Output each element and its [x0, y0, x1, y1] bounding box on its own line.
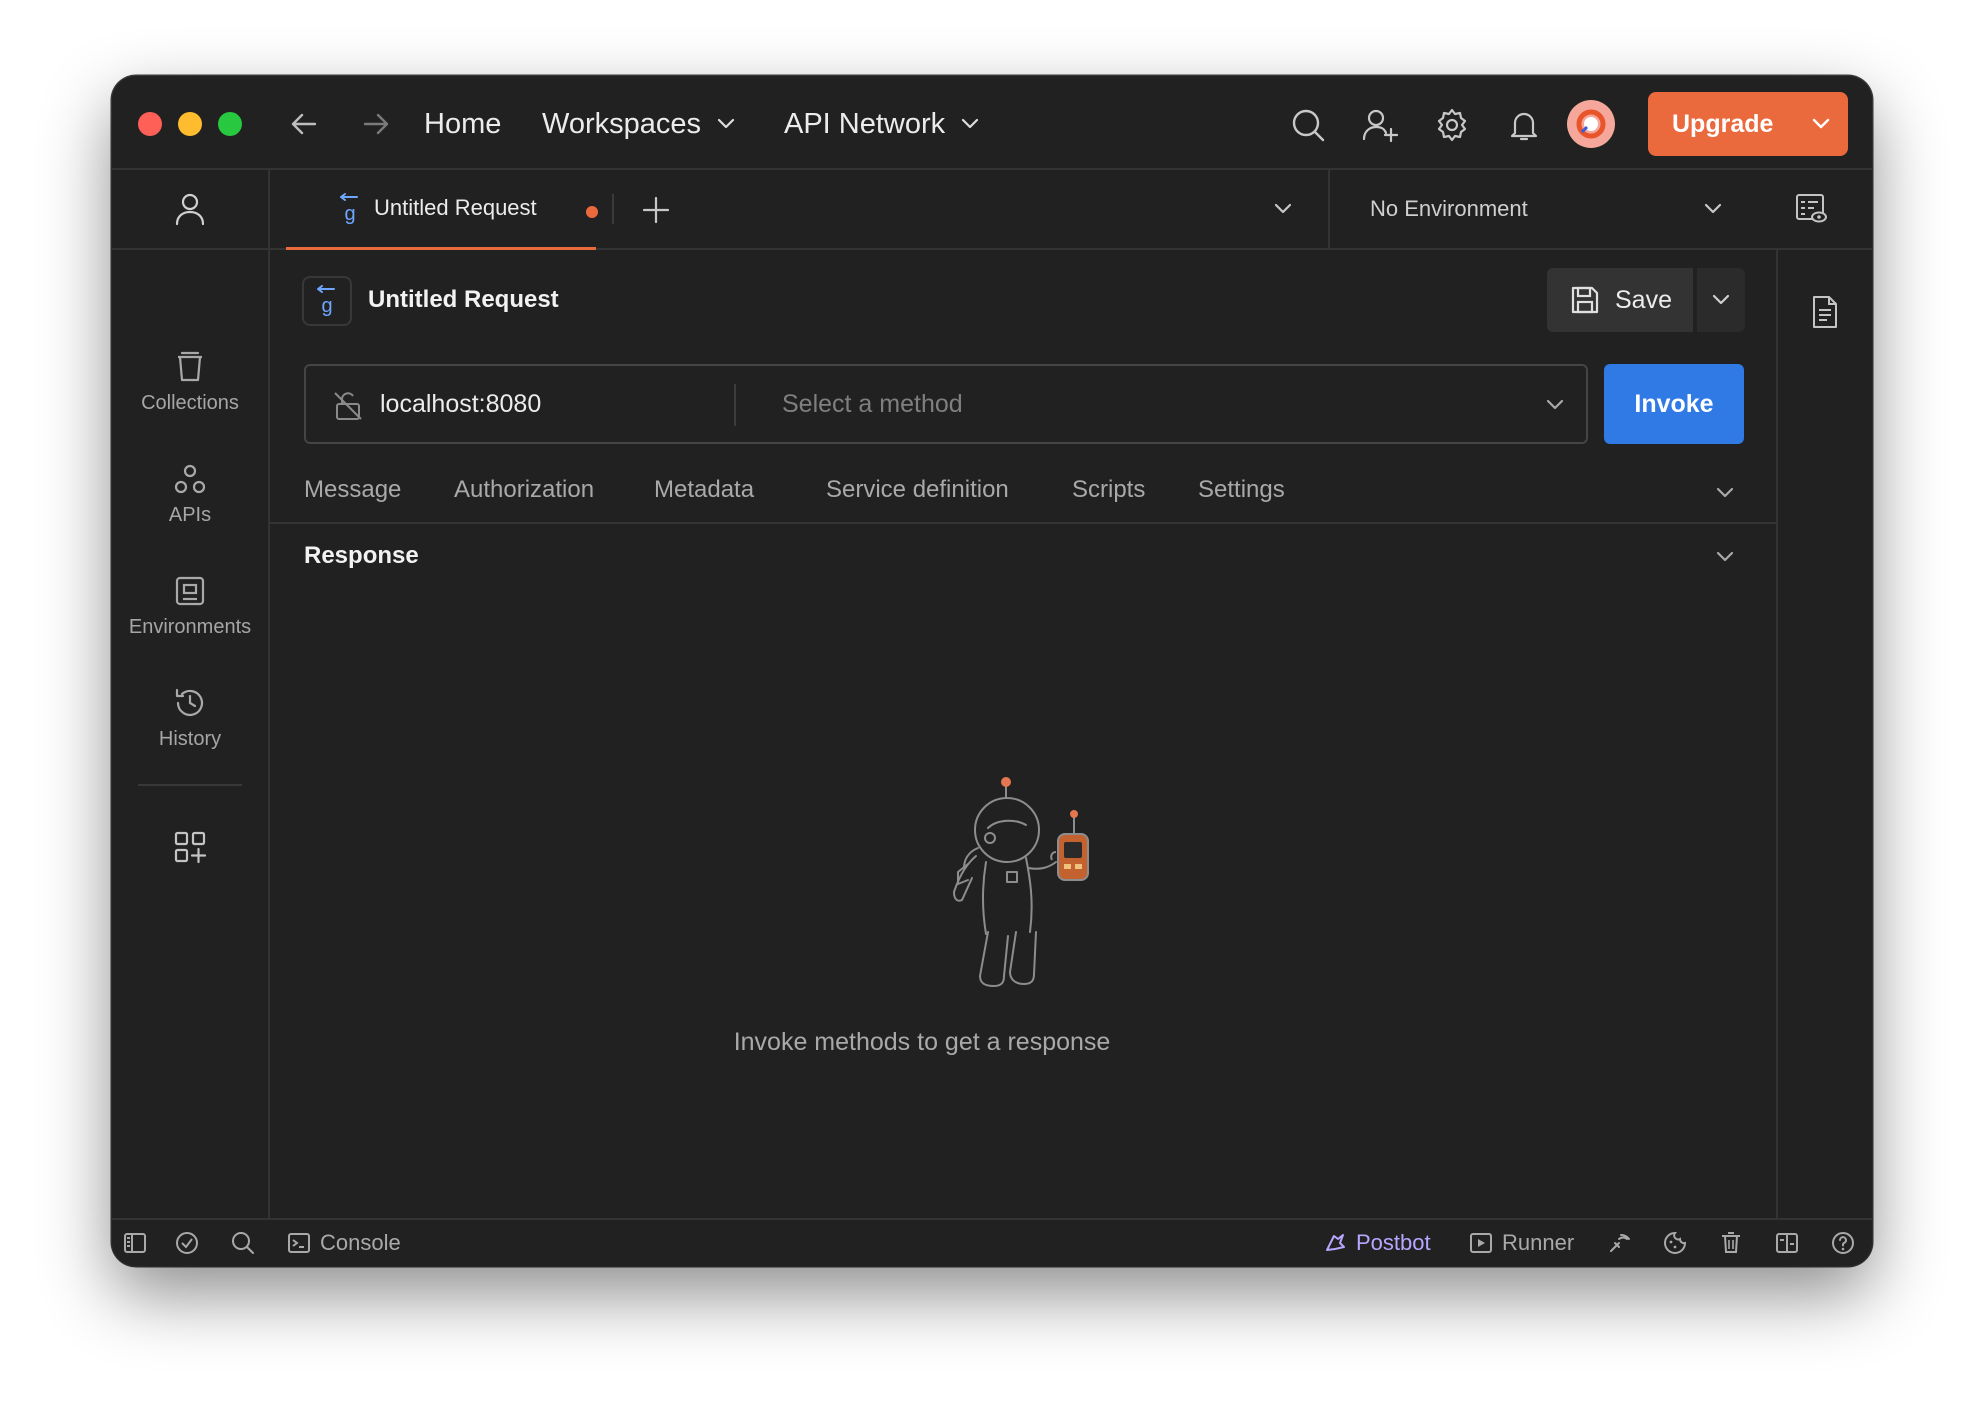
home-link[interactable]: Home: [424, 102, 501, 146]
api-network-menu[interactable]: API Network: [784, 102, 983, 146]
minimize-window-button[interactable]: [178, 112, 202, 136]
sidebar-item-environments[interactable]: Environments: [112, 574, 268, 639]
settings-gear-icon[interactable]: [1429, 102, 1475, 148]
empty-response-text: Invoke methods to get a response: [733, 1028, 1111, 1056]
request-response-divider: [270, 522, 1776, 524]
runner-play-icon: [1470, 1233, 1492, 1253]
upgrade-button[interactable]: Upgrade: [1648, 92, 1848, 156]
tab-authorization[interactable]: Authorization: [454, 476, 594, 504]
capture-requests-icon[interactable]: [1606, 1230, 1632, 1256]
empty-response-message: Invoke methods to get a response: [112, 1028, 1872, 1057]
sidebar-item-apis[interactable]: APIs: [112, 462, 268, 527]
online-status-check-icon[interactable]: [174, 1230, 200, 1256]
grpc-icon: g: [340, 193, 358, 225]
url-method-divider: [734, 384, 736, 426]
cookies-icon[interactable]: [1662, 1230, 1688, 1256]
save-button[interactable]: Save: [1547, 268, 1693, 332]
left-sidebar: Collections APIs Environments History: [112, 170, 270, 1218]
forward-arrow-icon[interactable]: [356, 104, 396, 144]
console-button[interactable]: Console: [320, 1230, 401, 1256]
chevron-down-icon: [717, 118, 735, 129]
tab-service-definition[interactable]: Service definition: [826, 476, 1009, 504]
app-window: Home Workspaces API Network Upgrade Coll…: [112, 76, 1872, 1266]
tab-scripts[interactable]: Scripts: [1072, 476, 1145, 504]
method-select[interactable]: Select a method: [782, 390, 963, 419]
documentation-icon[interactable]: [1810, 294, 1840, 330]
environments-icon: [173, 574, 207, 608]
title-bar: Home Workspaces API Network Upgrade: [112, 76, 1872, 170]
tabs-overflow-chevron-icon[interactable]: [1270, 196, 1296, 222]
tab-separator: [612, 194, 614, 224]
astronaut-illustration: [928, 764, 1108, 994]
tab-untitled-request[interactable]: g Untitled Request: [286, 170, 598, 250]
svg-text:g: g: [344, 203, 355, 225]
runner-button[interactable]: Runner: [1502, 1230, 1574, 1256]
grpc-icon: g: [317, 285, 335, 317]
back-arrow-icon[interactable]: [284, 104, 324, 144]
request-tab-bar: g Untitled Request No Environment: [270, 170, 1872, 250]
sidebar-item-label: Environments: [128, 616, 252, 638]
console-icon[interactable]: [286, 1230, 312, 1256]
collapse-request-chevron-icon[interactable]: [1712, 480, 1738, 506]
tab-message[interactable]: Message: [304, 476, 401, 504]
chevron-down-icon[interactable]: [1808, 111, 1834, 137]
environment-selector[interactable]: No Environment: [1328, 170, 1872, 250]
trash-icon[interactable]: [1718, 1230, 1744, 1256]
apis-icon: [173, 462, 207, 496]
help-icon[interactable]: [1830, 1230, 1856, 1256]
unlocked-tls-icon[interactable]: [332, 390, 364, 422]
workspaces-menu[interactable]: Workspaces: [542, 102, 739, 146]
trash-can-icon: [173, 350, 207, 384]
invoke-button[interactable]: Invoke: [1604, 364, 1744, 444]
user-avatar[interactable]: [1567, 100, 1615, 148]
status-bar: Console Postbot Runner: [112, 1218, 1872, 1266]
workspaces-label: Workspaces: [542, 107, 702, 140]
sidebar-item-label: History: [158, 728, 222, 750]
maximize-window-button[interactable]: [218, 112, 242, 136]
sidebar-divider: [138, 784, 242, 786]
history-icon: [173, 686, 207, 720]
sidebar-item-history[interactable]: History: [112, 686, 268, 751]
save-floppy-icon: [1571, 286, 1599, 314]
upgrade-label: Upgrade: [1672, 109, 1774, 138]
postbot-button[interactable]: Postbot: [1356, 1230, 1431, 1256]
invite-user-icon[interactable]: [1357, 102, 1403, 148]
sidebar-item-collections[interactable]: Collections: [112, 350, 268, 415]
home-label: Home: [424, 107, 502, 140]
request-type-icon: g: [302, 276, 352, 326]
invoke-label: Invoke: [1634, 389, 1714, 418]
add-workbench-icon[interactable]: [173, 830, 207, 864]
environment-quick-look-icon[interactable]: [1794, 192, 1828, 226]
find-search-icon[interactable]: [230, 1230, 256, 1256]
user-profile-icon[interactable]: [112, 170, 268, 250]
tab-settings[interactable]: Settings: [1198, 476, 1285, 504]
response-title: Response: [304, 542, 419, 569]
server-url-input[interactable]: localhost:8080: [380, 390, 541, 419]
sidebar-item-label: Collections: [141, 392, 239, 414]
new-tab-plus-icon[interactable]: [640, 194, 672, 226]
request-title[interactable]: Untitled Request: [368, 286, 559, 314]
tab-label: Untitled Request: [374, 195, 537, 220]
right-context-rail: [1776, 250, 1872, 1218]
unsaved-changes-dot: [586, 206, 598, 218]
environment-label: No Environment: [1370, 196, 1528, 221]
chevron-down-icon: [1704, 203, 1722, 214]
toggle-sidebar-icon[interactable]: [122, 1230, 148, 1256]
sidebar-item-label: APIs: [168, 504, 212, 526]
save-options-chevron-icon[interactable]: [1697, 268, 1745, 332]
postbot-icon: [1326, 1234, 1345, 1251]
api-network-label: API Network: [784, 107, 946, 140]
chevron-down-icon[interactable]: [1542, 392, 1568, 418]
collapse-response-chevron-icon[interactable]: [1712, 544, 1738, 570]
notifications-bell-icon[interactable]: [1501, 102, 1547, 148]
chevron-down-icon: [962, 118, 979, 129]
two-pane-layout-icon[interactable]: [1774, 1230, 1800, 1256]
search-icon[interactable]: [1285, 102, 1331, 148]
url-bar: localhost:8080 Select a method: [304, 364, 1588, 444]
save-label: Save: [1615, 286, 1672, 314]
close-window-button[interactable]: [138, 112, 162, 136]
svg-text:g: g: [321, 295, 332, 317]
tab-metadata[interactable]: Metadata: [654, 476, 754, 504]
